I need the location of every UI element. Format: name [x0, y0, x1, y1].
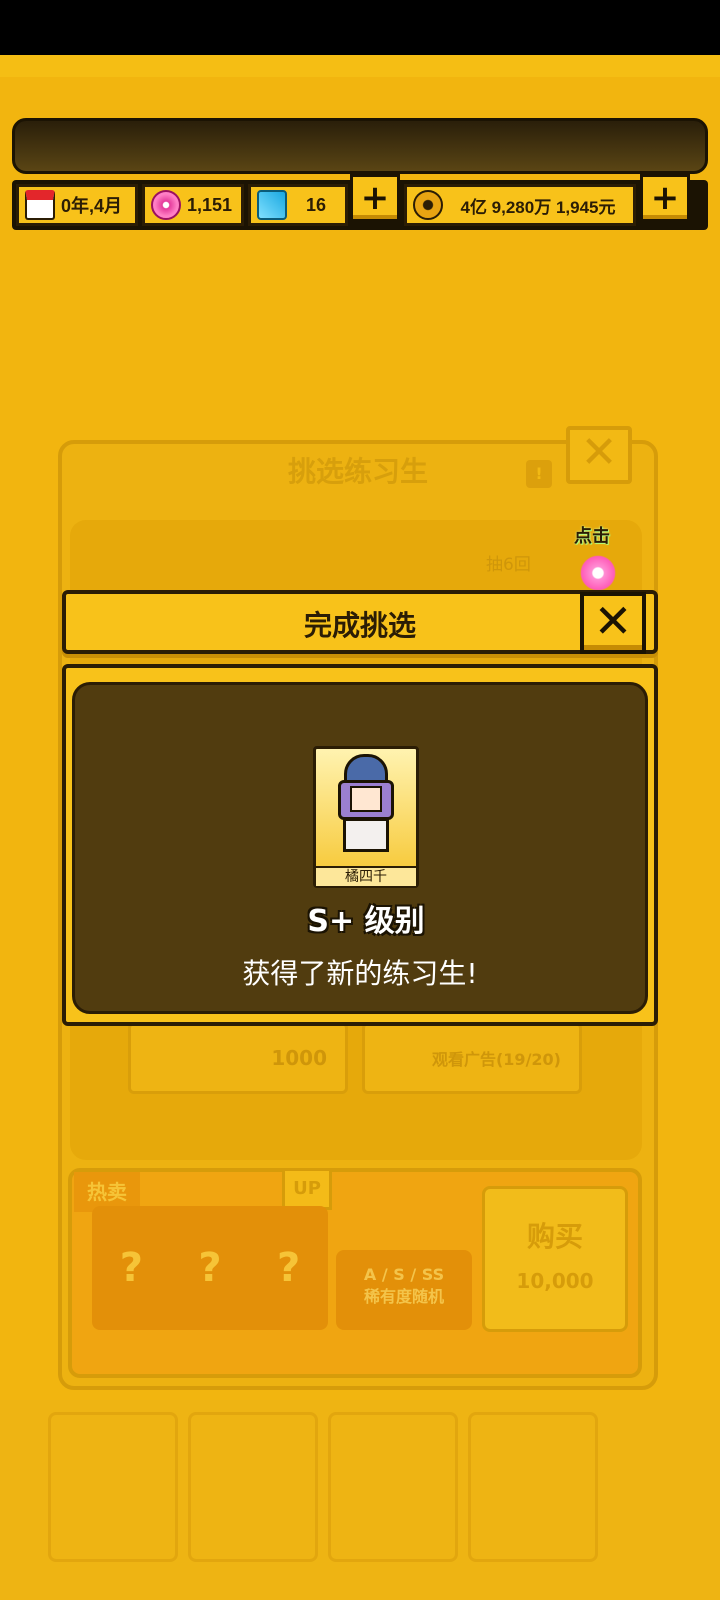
plus-icon: +	[650, 178, 680, 218]
buy-price: 10,000	[516, 1269, 594, 1293]
rarity-random-box: A / S / SS 稀有度随机	[336, 1250, 472, 1330]
watch-ad-button: 观看广告(19/20)	[362, 1022, 582, 1094]
tap-hint-label: 点击	[574, 526, 610, 547]
add-money-button[interactable]: +	[640, 174, 690, 222]
status-bar	[0, 0, 720, 55]
add-diamonds-button[interactable]: +	[350, 174, 400, 222]
date-value: 0年,4月	[61, 196, 123, 216]
pink-gem-icon	[151, 190, 181, 220]
mystery-mark: ?	[119, 1245, 143, 1291]
draw-six-label: 抽6回	[486, 555, 531, 575]
flower-icon	[580, 555, 616, 591]
nav-tab	[188, 1412, 318, 1562]
trainee-face	[350, 786, 382, 812]
info-icon: !	[526, 460, 552, 488]
trainee-name: 橘四千	[316, 866, 416, 886]
rarity-random-label: 稀有度随机	[363, 1287, 444, 1306]
mystery-trainees: ? ? ?	[92, 1206, 328, 1330]
gem-count: 1,151	[187, 194, 233, 215]
buy-label: 购买	[526, 1220, 583, 1253]
buy-button: 购买 10,000	[482, 1186, 628, 1332]
top-band	[0, 55, 720, 77]
profile-name-bar	[12, 118, 708, 174]
diamond-count: 16	[305, 194, 327, 215]
coin-icon	[413, 190, 443, 220]
plus-icon: +	[360, 178, 390, 218]
gem-display: 1,151	[142, 184, 244, 226]
modal-close-button[interactable]: ✕	[580, 592, 646, 654]
close-icon: ✕	[593, 594, 633, 648]
nav-tab	[328, 1412, 458, 1562]
nav-tab	[48, 1412, 178, 1562]
diamond-draw-cost: 1000	[271, 1046, 327, 1070]
diamond-draw-button: 1000	[128, 1022, 348, 1094]
watch-ad-label: 观看广告(19/20)	[431, 1050, 561, 1069]
up-tag: UP	[282, 1168, 332, 1210]
mystery-mark: ?	[198, 1245, 222, 1291]
modal-title: 完成挑选	[303, 609, 416, 642]
mystery-mark: ?	[277, 1245, 301, 1291]
rarity-grades: A / S / SS	[363, 1265, 445, 1284]
money-value: 4亿 9,280万 1,945元	[460, 197, 616, 217]
nav-tab	[468, 1412, 598, 1562]
trainee-grade: S+ 级别	[307, 904, 425, 939]
calendar-icon	[25, 190, 55, 220]
panel-close-button: ✕	[566, 426, 632, 484]
date-display: 0年,4月	[16, 184, 138, 226]
diamond-display: 16	[248, 184, 348, 226]
money-display: 4亿 9,280万 1,945元	[404, 184, 636, 226]
diamond-icon	[257, 190, 287, 220]
result-message: 获得了新的练习生!	[242, 957, 478, 990]
trainee-body	[343, 818, 389, 852]
